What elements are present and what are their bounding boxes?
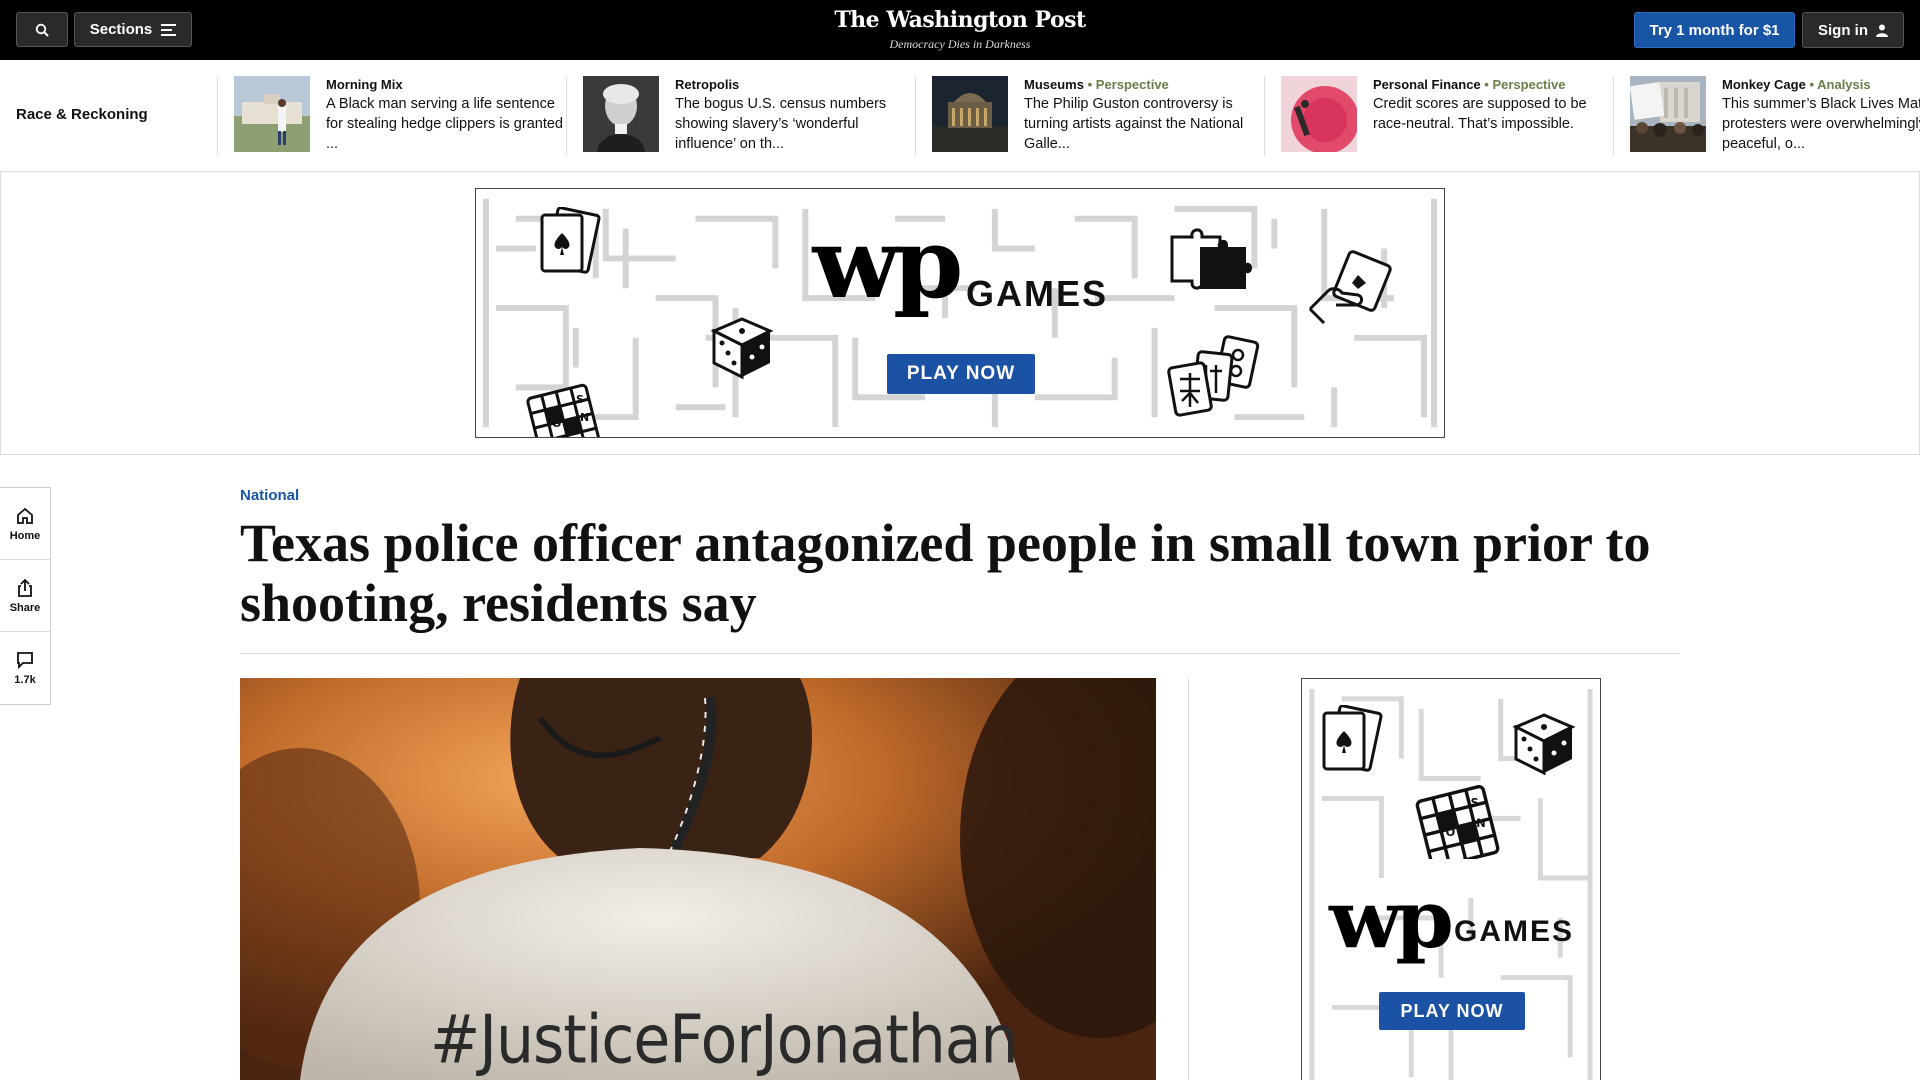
- story-headline: The Philip Guston controversy is turning…: [1024, 96, 1244, 152]
- search-icon: [35, 23, 49, 37]
- maze-pattern: [482, 198, 1438, 428]
- share-label: Share: [9, 601, 41, 614]
- menu-icon: [161, 23, 177, 36]
- games-label: GAMES: [1454, 915, 1575, 948]
- wp-logo: wp: [812, 207, 964, 320]
- story-label: Perspective: [1492, 77, 1566, 92]
- story-label: Perspective: [1095, 77, 1169, 92]
- related-story[interactable]: Morning Mix A Black man serving a life s…: [217, 76, 565, 156]
- related-story[interactable]: Monkey Cage • Analysis This summer’s Bla…: [1613, 76, 1920, 156]
- shirt-text: #JusticeForJonathan: [430, 1001, 1018, 1079]
- section-kicker[interactable]: National: [240, 487, 299, 504]
- play-now-button[interactable]: PLAY NOW: [887, 354, 1035, 394]
- related-story[interactable]: Personal Finance • Perspective Credit sc…: [1264, 76, 1612, 156]
- story-label: Analysis: [1817, 77, 1871, 92]
- sign-in-label: Sign in: [1818, 21, 1868, 39]
- crossword-icon: S N O: [526, 383, 600, 437]
- brand-name: The Washington Post: [834, 7, 1086, 33]
- games-ad-sidebar[interactable]: S N O wp GAMES PLAY NOW: [1301, 678, 1601, 1080]
- svg-text:S: S: [1471, 797, 1479, 810]
- home-icon: [17, 507, 33, 524]
- story-thumbnail: [932, 76, 1008, 152]
- story-headline: This summer’s Black Lives Matter protest…: [1722, 96, 1920, 152]
- top-navigation-bar: Sections The Washington Post Democracy D…: [0, 0, 1920, 60]
- brand-tagline: Democracy Dies in Darkness: [889, 37, 1031, 51]
- story-kicker: Personal Finance: [1373, 77, 1481, 92]
- mahjong-tiles-icon: [1167, 335, 1260, 417]
- svg-text:O: O: [1446, 826, 1456, 839]
- comments-button[interactable]: 1.7k: [0, 632, 50, 704]
- playing-card-icon: [1322, 705, 1383, 772]
- home-label: Home: [9, 529, 41, 542]
- sections-label: Sections: [89, 21, 153, 38]
- play-now-button[interactable]: PLAY NOW: [1379, 992, 1525, 1030]
- games-label: GAMES: [966, 273, 1109, 314]
- story-thumbnail: [583, 76, 659, 152]
- dice-icon: [710, 317, 774, 380]
- strip-title[interactable]: Race & Reckoning: [16, 106, 148, 123]
- story-kicker: Retropolis: [675, 77, 740, 92]
- svg-text:O: O: [552, 417, 561, 430]
- user-icon: [1876, 24, 1888, 37]
- column-divider: [1188, 678, 1189, 1080]
- story-thumbnail: [1281, 76, 1357, 152]
- subscribe-button[interactable]: Try 1 month for $1: [1634, 12, 1795, 48]
- search-button[interactable]: [16, 12, 68, 47]
- sign-in-button[interactable]: Sign in: [1802, 12, 1904, 48]
- article-action-rail: Home Share 1.7k: [0, 487, 51, 705]
- story-thumbnail: [1630, 76, 1706, 152]
- home-button[interactable]: Home: [0, 488, 50, 560]
- sections-button[interactable]: Sections: [74, 12, 192, 47]
- related-stories-strip: Race & Reckoning Morning Mix A Black man…: [0, 60, 1920, 172]
- share-icon: [18, 578, 32, 597]
- playing-card-icon: [540, 207, 601, 274]
- comments-count: 1.7k: [14, 674, 36, 686]
- dice-icon: [1512, 713, 1576, 776]
- story-headline: The bogus U.S. census numbers showing sl…: [675, 96, 887, 152]
- story-kicker: Morning Mix: [326, 77, 403, 92]
- puzzle-piece-icon: [1170, 228, 1252, 290]
- related-story[interactable]: Museums • Perspective The Philip Guston …: [915, 76, 1263, 156]
- story-thumbnail: [234, 76, 310, 152]
- crossword-icon: S N O: [1415, 784, 1500, 859]
- brand-logo[interactable]: The Washington Post Democracy Dies in Da…: [760, 6, 1160, 52]
- subscribe-label: Try 1 month for $1: [1649, 21, 1780, 39]
- comment-icon: [17, 652, 33, 670]
- headline-divider: [240, 653, 1680, 654]
- story-kicker: Museums: [1024, 77, 1084, 92]
- related-story[interactable]: Retropolis The bogus U.S. census numbers…: [566, 76, 914, 156]
- svg-text:N: N: [1476, 817, 1485, 830]
- svg-text:S: S: [576, 393, 584, 406]
- hand-card-icon: [1308, 250, 1392, 325]
- story-headline: Credit scores are supposed to be race-ne…: [1373, 96, 1587, 132]
- games-ad-banner[interactable]: S N O wp GAMES PLAY NOW: [475, 188, 1445, 438]
- story-kicker: Monkey Cage: [1722, 77, 1806, 92]
- story-headline: A Black man serving a life sentence for …: [326, 96, 563, 152]
- wp-logo: wp: [1329, 872, 1454, 966]
- lead-photo: #JusticeForJonathan: [240, 678, 1156, 1080]
- svg-text:N: N: [580, 411, 589, 424]
- article-headline: Texas police officer antagonized people …: [240, 513, 1651, 633]
- share-button[interactable]: Share: [0, 560, 50, 632]
